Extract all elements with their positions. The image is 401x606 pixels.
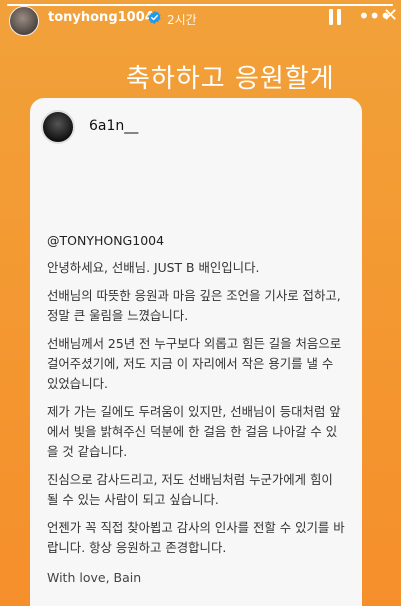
letter-paragraph: 안녕하세요, 선배님. JUST B 배인입니다. [47,260,260,275]
shared-post-card[interactable]: 6a1n__ @TONYHONG1004 안녕하세요, 선배님. JUST B … [30,98,362,606]
letter-paragraph: 선배님의 따뜻한 응원과 마음 깊은 조언을 기사로 접하고, 정말 큰 울림을… [47,288,341,323]
letter-signoff: With love, Bain [47,570,142,585]
letter-paragraph: 언젠가 꼭 직접 찾아뵙고 감사의 인사를 전할 수 있기를 바랍니다. 항상 … [47,520,345,555]
letter-body: 안녕하세요, 선배님. JUST B 배인입니다. 선배님의 따뜻한 응원과 마… [47,258,347,566]
shared-post-avatar[interactable] [41,110,75,144]
pause-icon[interactable] [328,9,342,25]
letter-paragraph: 제가 가는 길에도 두려움이 있지만, 선배님이 등대처럼 앞에서 빛을 밝혀주… [47,404,341,459]
shared-post-username[interactable]: 6a1n__ [89,118,138,134]
verified-badge-icon [148,10,161,25]
close-icon[interactable]: ✕ [383,7,399,25]
story-username[interactable]: tonyhong1004 [48,10,154,25]
mention-tag[interactable]: @TONYHONG1004 [47,233,164,248]
story-time: 2시간 [167,13,197,27]
letter-paragraph: 선배님께서 25년 전 누구보다 외롭고 힘든 길을 처음으로 걸어주셨기에, … [47,336,342,391]
avatar[interactable] [9,6,39,36]
story-header: tonyhong1004 2시간 ••• ✕ [0,0,401,40]
more-options-icon[interactable]: ••• [358,6,391,26]
letter-paragraph: 진심으로 감사드리고, 저도 선배님처럼 누군가에게 힘이 될 수 있는 사람이… [47,472,333,507]
story-headline: 축하하고 응원할게 [126,64,335,94]
